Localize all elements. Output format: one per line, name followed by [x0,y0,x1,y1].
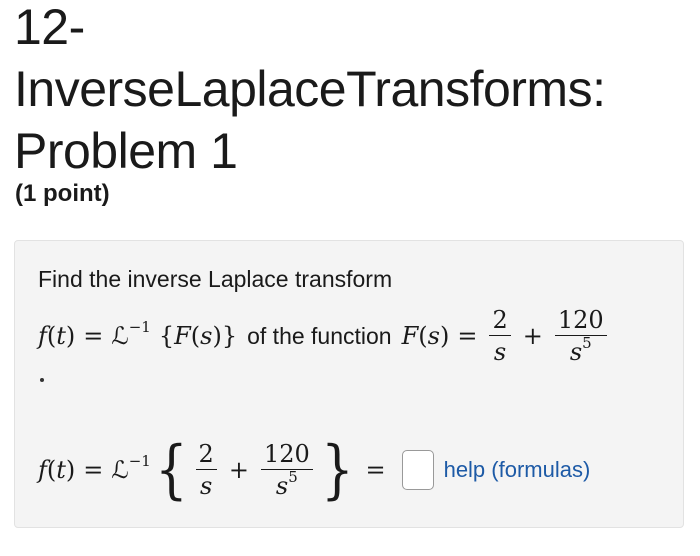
answer-input[interactable] [401,450,434,490]
title-line-number: 12- [14,0,85,55]
fraction-120-over-s5: 120 s5 [260,439,313,502]
equals-sign: = [457,322,478,350]
right-brace: } [320,433,354,507]
equals-sign: = [365,456,386,484]
title-line-topic: InverseLaplaceTransforms: [14,61,606,117]
left-brace: { [154,433,188,507]
points-label: (1 point) [15,180,110,207]
expression-Fs-braced: {F(s)} [158,322,238,350]
problem-statement: f(t) = ℒ−1 {F(s)} of the function F(s) =… [38,296,611,376]
problem-intro: Find the inverse Laplace transform [38,266,393,292]
plus-sign: + [228,456,249,484]
laplace-operator: ℒ−1 [111,318,151,351]
equals-sign: = [83,456,104,484]
fraction-2-over-s: 2 s [489,305,511,368]
answer-line: f(t) = ℒ−1 { 2 s + 120 s5 } = help (form… [38,428,590,512]
expression-Fs: F(s) [401,322,450,350]
title-line-problem: Problem 1 [14,123,238,179]
fraction-2-over-s: 2 s [195,439,217,502]
of-the-function-text: of the function [247,322,392,349]
expression-ft: f(t) [38,456,76,484]
period-dot [40,378,44,382]
page-title: 12- InverseLaplaceTransforms: Problem 1 [14,0,606,182]
expression-ft: f(t) [38,322,76,350]
equals-sign: = [83,322,104,350]
fraction-120-over-s5: 120 s5 [554,305,607,368]
laplace-operator: ℒ−1 [111,452,151,485]
help-formulas-link[interactable]: help (formulas) [444,457,591,483]
plus-sign: + [522,322,543,350]
